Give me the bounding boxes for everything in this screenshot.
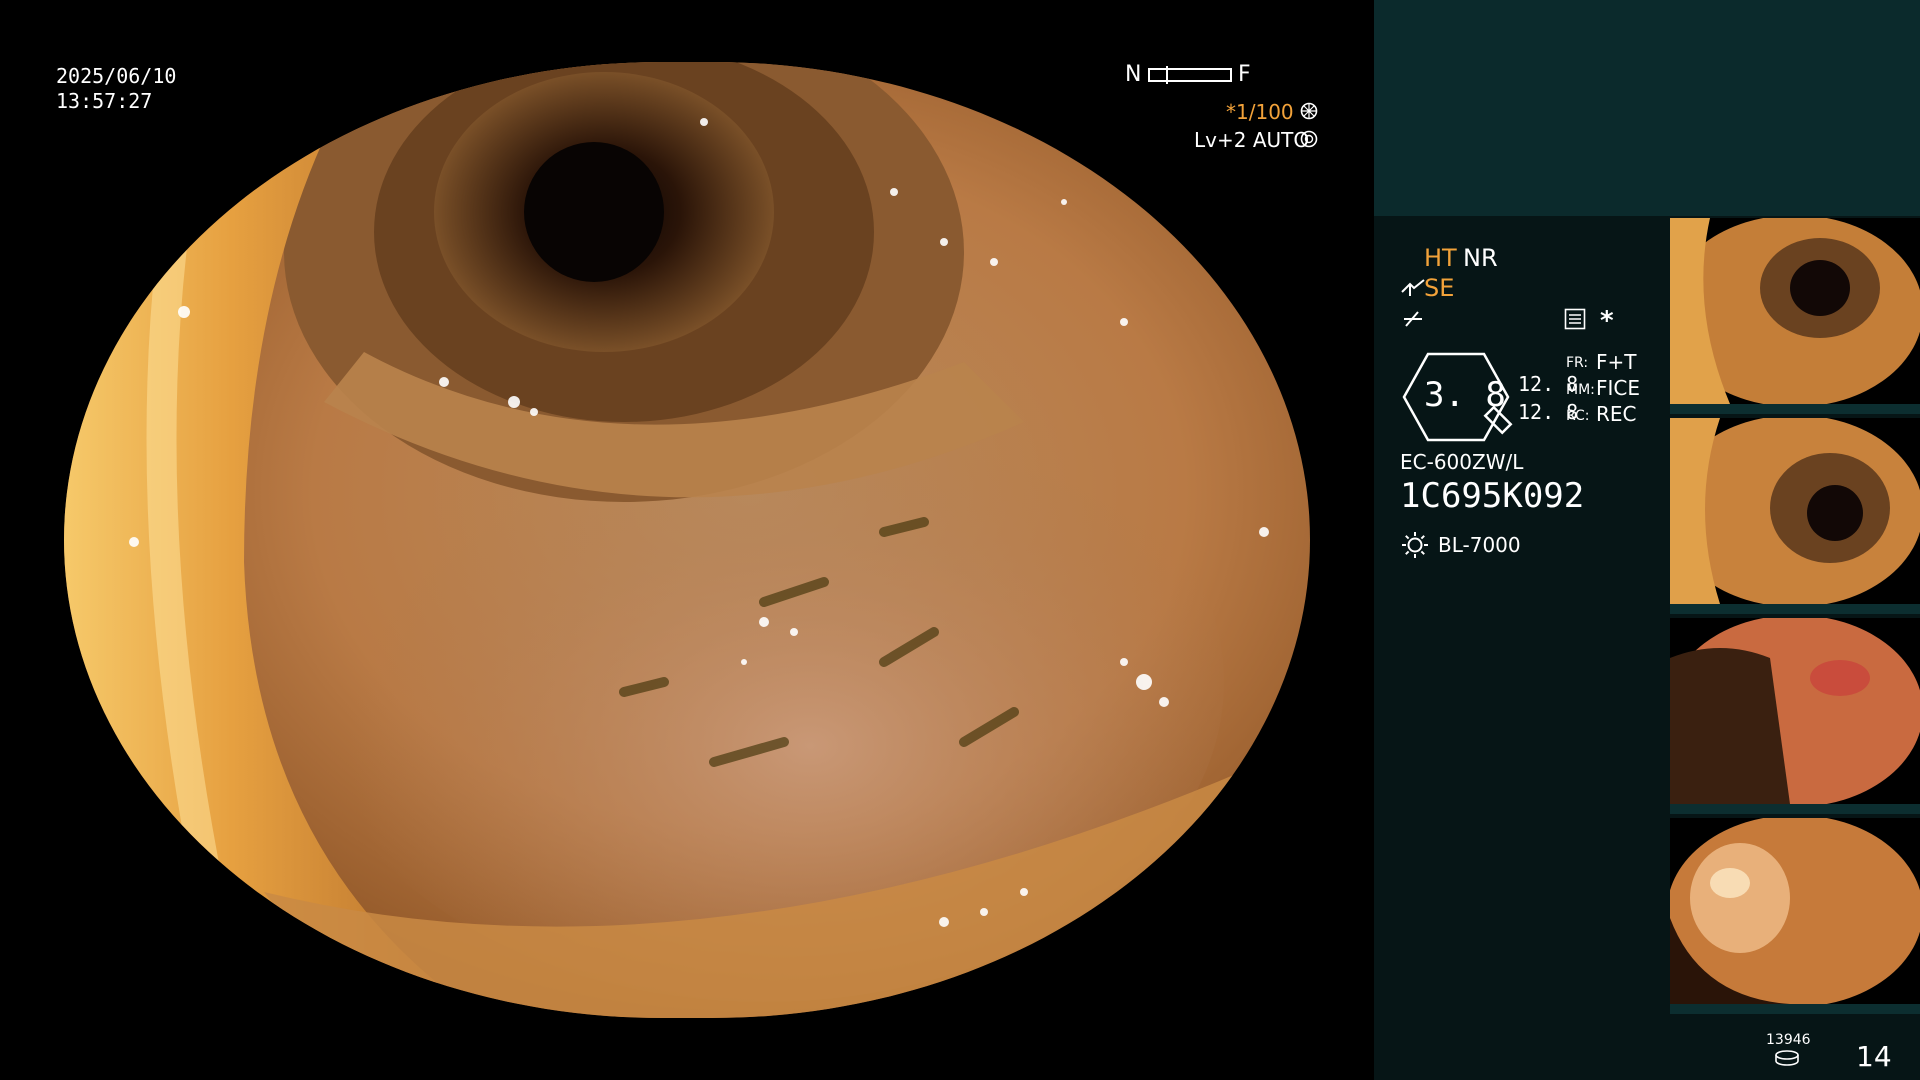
image-count: 14 — [1856, 1040, 1892, 1073]
thumbnail-image — [1670, 218, 1920, 404]
endoscope-image — [64, 62, 1310, 1018]
rc-mode: REC — [1596, 402, 1637, 426]
focus-marker — [1166, 66, 1168, 84]
nr-label: NR — [1463, 244, 1498, 272]
light-source-icon — [1400, 530, 1430, 565]
thumbnail-capture-2[interactable] — [1670, 418, 1920, 604]
thumbnail-bar — [1670, 1004, 1920, 1014]
thumbnail-image — [1670, 618, 1920, 804]
color-tone-icon — [1402, 308, 1424, 335]
iris-icon — [1300, 130, 1318, 153]
storage-disk-icon — [1774, 1050, 1800, 1071]
shutter-icon — [1300, 102, 1318, 125]
endoscope-view — [64, 62, 1310, 1018]
mm-label: MM: — [1566, 382, 1595, 398]
focus-indicator-bar — [1148, 66, 1232, 84]
thumbnail-capture-3[interactable] — [1670, 618, 1920, 804]
capture-date: 2025/06/10 — [56, 64, 177, 88]
thumbnail-capture-4[interactable] — [1670, 818, 1920, 1004]
ht-label: HT — [1424, 244, 1457, 272]
thumbnail-capture-1[interactable] — [1670, 218, 1920, 404]
info-panel-header — [1374, 0, 1920, 216]
scope-serial: 1C695K092 — [1400, 476, 1585, 516]
light-source-model: BL-7000 — [1438, 533, 1521, 557]
focus-far-label: F — [1238, 62, 1251, 87]
thumbnail-bar — [1670, 604, 1920, 614]
fr-mode: F+T — [1596, 350, 1637, 374]
fr-label: FR: — [1566, 355, 1589, 371]
thumbnail-image — [1670, 818, 1920, 1004]
thumbnail-bar — [1670, 404, 1920, 414]
iris-mode: Lv+2 AUTO — [1194, 128, 1310, 152]
structure-enhance-icon — [1400, 278, 1426, 305]
thumbnail-image — [1670, 418, 1920, 604]
se-label: SE — [1424, 274, 1455, 302]
capture-time: 13:57:27 — [56, 89, 153, 113]
zoom-value: 3. 8 — [1424, 375, 1506, 415]
thumbnail-bar — [1670, 804, 1920, 814]
shutter-speed: *1/100 — [1226, 100, 1294, 124]
storage-count: 13946 — [1766, 1032, 1811, 1048]
menu-icon — [1564, 308, 1586, 335]
mm-mode: FICE — [1596, 376, 1641, 400]
focus-near-label: N — [1125, 62, 1142, 87]
scope-model: EC-600ZW/L — [1400, 450, 1524, 474]
asterisk-indicator: * — [1600, 306, 1614, 336]
rc-label: RC: — [1566, 408, 1590, 424]
